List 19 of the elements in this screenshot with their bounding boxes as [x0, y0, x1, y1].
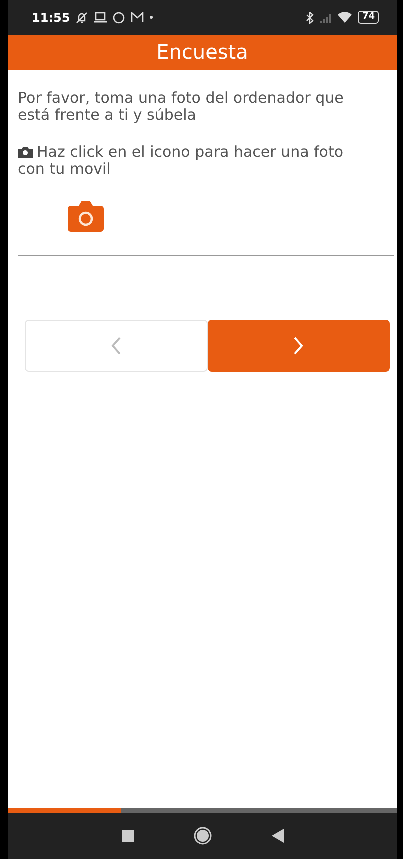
hint-text: Haz click en el icono para hacer una foto con tu movil	[18, 144, 345, 178]
camera-button[interactable]	[68, 200, 104, 232]
question-text: Por favor, toma una foto del ordenador que está frente a ti y súbela	[18, 90, 345, 124]
chevron-left-icon	[110, 337, 122, 355]
battery-level: 74	[358, 11, 379, 24]
back-icon[interactable]	[272, 829, 284, 843]
recents-icon[interactable]	[122, 830, 134, 842]
chevron-right-icon	[293, 337, 304, 355]
bell-off-icon	[76, 12, 88, 24]
wifi-icon	[338, 12, 352, 23]
dot-icon	[150, 16, 154, 19]
home-icon[interactable]	[194, 827, 212, 845]
laptop-icon	[94, 12, 108, 23]
bluetooth-icon	[306, 12, 314, 24]
camera-icon	[18, 146, 33, 158]
screen-title: Encuesta	[8, 35, 397, 70]
clock-time: 11:55	[32, 10, 70, 26]
mail-icon	[131, 12, 144, 23]
signal-icon	[320, 12, 332, 22]
